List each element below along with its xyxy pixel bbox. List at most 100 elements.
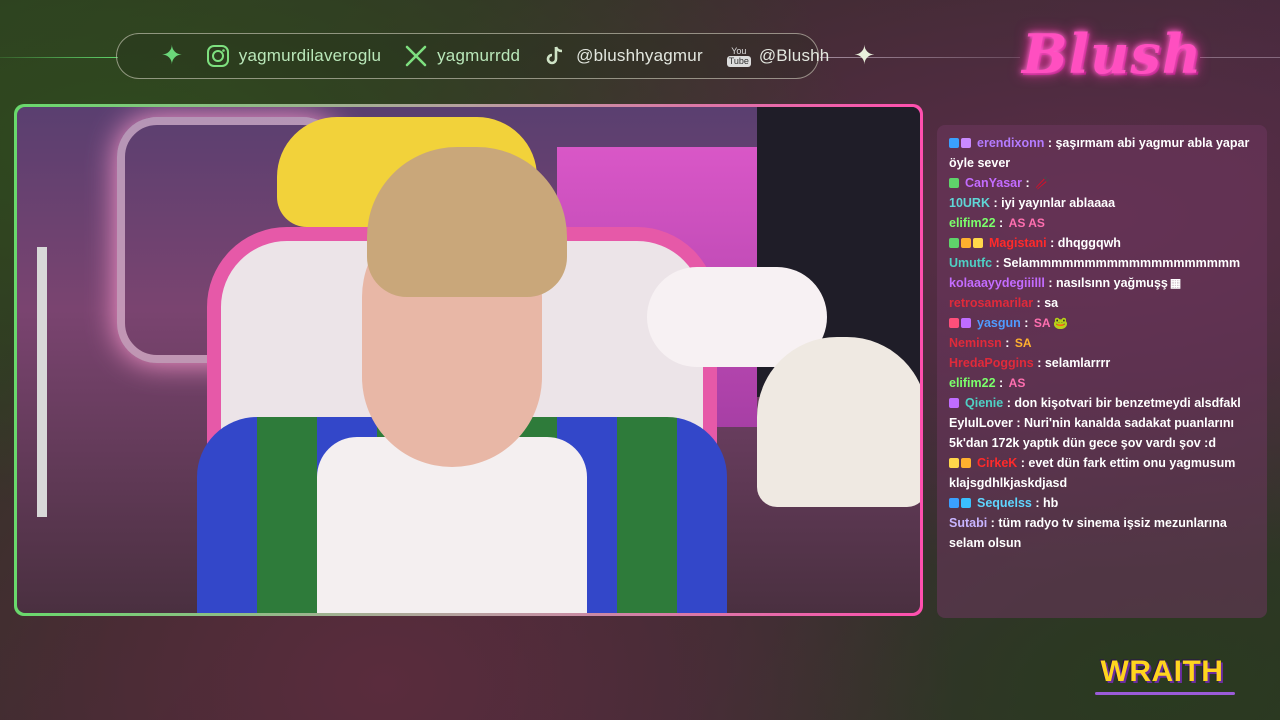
youtube-handle: @Blushh <box>758 46 830 65</box>
badge-icon <box>949 398 959 408</box>
chat-message: Umutfc : Selammmmmmmmmmmmmmmmmmm <box>949 253 1253 273</box>
chat-username[interactable]: Umutfc <box>949 256 992 270</box>
chat-username[interactable]: EylulLover <box>949 416 1013 430</box>
badge-icon <box>949 138 959 148</box>
chat-username[interactable]: erendixonn <box>977 136 1044 150</box>
badge-icon <box>973 238 983 248</box>
chat-message: Magistani : dhqggqwh <box>949 233 1253 253</box>
chat-panel: erendixonn : şaşırmam abi yagmur abla ya… <box>937 125 1267 618</box>
chat-username[interactable]: yasgun <box>977 316 1021 330</box>
chat-separator: : <box>1020 316 1032 330</box>
chat-username[interactable]: HredaPoggins <box>949 356 1034 370</box>
chat-message: EylulLover : Nuri'nin kanalda sadakat pu… <box>949 413 1253 453</box>
top-line-right <box>820 57 1020 58</box>
chat-separator: : <box>990 196 1002 210</box>
chat-text: Selammmmmmmmmmmmmmmmmmm <box>1003 256 1241 270</box>
x-handle: yagmurrdd <box>437 46 521 65</box>
instagram-handle: yagmurdilaveroglu <box>238 46 382 65</box>
chat-separator: : <box>1001 336 1013 350</box>
wraith-logo: WRAITH <box>1100 655 1224 688</box>
social-instagram[interactable]: yagmurdilaveroglu <box>205 43 381 69</box>
badge-icon <box>961 318 971 328</box>
social-x[interactable]: yagmurrdd <box>403 43 520 69</box>
chat-separator: : <box>1003 396 1015 410</box>
chat-username[interactable]: elifim22 <box>949 216 996 230</box>
chat-username[interactable]: 10URK <box>949 196 990 210</box>
chat-text: dhqggqwh <box>1057 236 1121 250</box>
sparkle-icon: ✦ <box>161 41 183 71</box>
chat-separator: : <box>1017 456 1029 470</box>
chat-emote: 🥢 <box>1035 176 1051 190</box>
chat-separator: : <box>1044 276 1056 290</box>
chat-text: hb <box>1043 496 1059 510</box>
chat-message: CirkeK : evet dün fark ettim onu yagmusu… <box>949 453 1253 493</box>
social-youtube[interactable]: You Tube @Blushh <box>725 46 830 67</box>
chat-separator: : <box>992 256 1004 270</box>
chat-message: Sequelss : hb <box>949 493 1253 513</box>
badge-icon <box>961 238 971 248</box>
badge-icon <box>961 498 971 508</box>
chat-badges <box>949 233 985 253</box>
chat-message: kolaaayydegiiilll : nasılsınn yağmuşş ▦ <box>949 273 1253 293</box>
chat-username[interactable]: retrosamarilar <box>949 296 1033 310</box>
streamer-hair <box>367 147 567 297</box>
microphone-arm <box>37 247 157 517</box>
chat-separator: : <box>1021 176 1034 190</box>
chat-username[interactable]: elifim22 <box>949 376 996 390</box>
badge-icon <box>949 318 959 328</box>
chat-separator: : <box>1046 236 1058 250</box>
chat-emote: ▦ <box>1169 276 1182 290</box>
chat-separator: : <box>987 516 999 530</box>
chat-message: yasgun : SA 🐸 <box>949 313 1253 333</box>
chat-message: elifim22 : AS AS <box>949 213 1253 233</box>
chat-message: retrosamarilar : sa <box>949 293 1253 313</box>
chat-text: sa <box>1044 296 1059 310</box>
chat-message: elifim22 : AS <box>949 373 1253 393</box>
social-bar: ✦ yagmurdilaveroglu yagmurrdd @blushhyag… <box>116 33 875 79</box>
badge-icon <box>961 458 971 468</box>
youtube-icon: You Tube <box>726 45 751 67</box>
chat-username[interactable]: CirkeK <box>977 456 1017 470</box>
chat-text: don kişotvari bir benzetmeydi alsdfakl <box>1014 396 1241 410</box>
badge-icon <box>949 458 959 468</box>
chat-username[interactable]: Neminsn <box>949 336 1002 350</box>
chat-emote: AS <box>1008 376 1026 390</box>
chat-separator: : <box>995 376 1007 390</box>
chat-badges <box>949 493 973 513</box>
social-tiktok[interactable]: @blushhyagmur <box>542 43 703 69</box>
chat-badges <box>949 133 973 153</box>
chat-message: CanYasar : 🥢 <box>949 173 1253 193</box>
webcam-video[interactable] <box>17 107 920 613</box>
chat-message: 10URK : iyi yayınlar ablaaaa <box>949 193 1253 213</box>
chat-username[interactable]: Sequelss <box>977 496 1032 510</box>
badge-icon <box>949 498 959 508</box>
chat-message: Neminsn : SA <box>949 333 1253 353</box>
cat-bed <box>757 337 920 507</box>
chat-badges <box>949 453 973 473</box>
top-line-far-right <box>1200 57 1280 58</box>
badge-icon <box>961 138 971 148</box>
chat-username[interactable]: kolaaayydegiiilll <box>949 276 1045 290</box>
badge-icon <box>949 238 959 248</box>
chat-separator: : <box>1031 496 1043 510</box>
chat-emote: AS AS <box>1008 216 1045 230</box>
chat-username[interactable]: Qienie <box>965 396 1003 410</box>
chat-badges <box>949 393 961 413</box>
sparkle-icon: ✦ <box>853 41 876 71</box>
chat-separator: : <box>995 216 1007 230</box>
chat-message: erendixonn : şaşırmam abi yagmur abla ya… <box>949 133 1253 173</box>
chat-badges <box>949 173 961 193</box>
instagram-icon <box>205 43 231 69</box>
top-line-left <box>0 57 118 58</box>
chat-text: nasılsınn yağmuşş <box>1056 276 1168 290</box>
chat-emote: SA 🐸 <box>1033 316 1069 330</box>
chat-username[interactable]: Sutabi <box>949 516 987 530</box>
chat-message: HredaPoggins : selamlarrrr <box>949 353 1253 373</box>
chat-username[interactable]: CanYasar <box>965 176 1022 190</box>
chat-message: Sutabi : tüm radyo tv sinema işsiz mezun… <box>949 513 1253 553</box>
chat-username[interactable]: Magistani <box>989 236 1047 250</box>
chat-separator: : <box>1033 356 1045 370</box>
wraith-underline <box>1095 692 1235 695</box>
chat-text: iyi yayınlar ablaaaa <box>1001 196 1116 210</box>
chat-separator: : <box>1012 416 1025 430</box>
